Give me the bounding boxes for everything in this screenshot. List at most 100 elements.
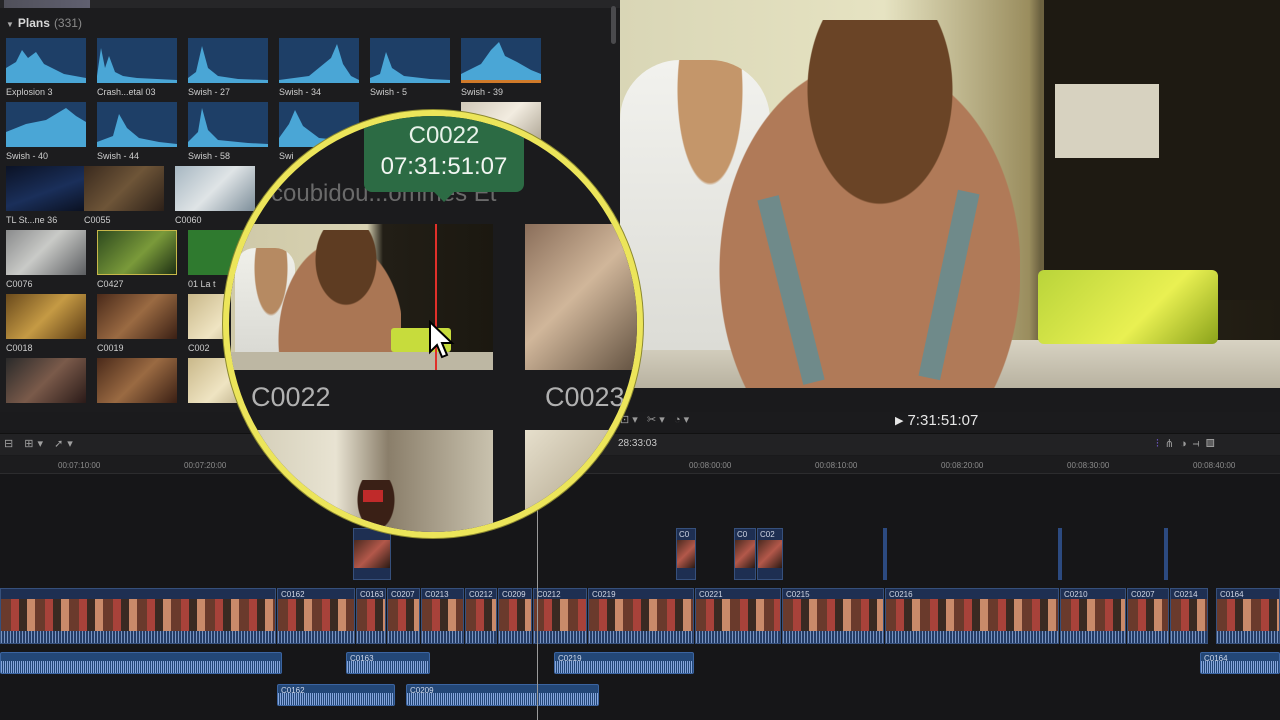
primary-clip[interactable]: C0216 <box>885 588 1059 644</box>
primary-clip[interactable]: C0215 <box>782 588 884 644</box>
primary-clip[interactable]: C0162 <box>277 588 355 644</box>
clip-filmstrip <box>534 599 586 631</box>
solo-icon[interactable]: ◑ <box>1180 438 1193 450</box>
viewer <box>620 0 1280 388</box>
browser-scrollbar[interactable] <box>611 6 616 44</box>
clip-label: Crash...etal 03 <box>97 87 156 97</box>
magnified-clip-thumbnail-below-next[interactable] <box>525 430 637 532</box>
thumb-person-woman <box>271 230 401 370</box>
magnified-clip-thumbnail-below[interactable] <box>231 430 493 532</box>
clip-name: C0216 <box>889 590 913 599</box>
audio-clip[interactable] <box>0 652 282 674</box>
clip-label: Swish - 27 <box>188 87 231 97</box>
audio-clip[interactable]: C0163 <box>346 652 430 674</box>
browser-clip[interactable]: Swish - 39 <box>461 38 541 97</box>
viewer-tool-icons[interactable]: ⊡ ▾ ✂ ▾ ◔ ▾ <box>620 413 689 426</box>
speed-icon[interactable]: ◔ ▾ <box>674 414 689 426</box>
connected-clip[interactable]: C0 <box>734 528 756 580</box>
primary-clip[interactable]: C0164 <box>1216 588 1280 644</box>
primary-clip[interactable] <box>0 588 276 644</box>
clip-label: Explosion 3 <box>6 87 53 97</box>
browser-clip[interactable]: Swish - 5 <box>370 38 450 97</box>
edit-mode-icon[interactable]: ⊟ <box>4 438 17 450</box>
clip-waveform <box>466 631 496 643</box>
timeline-right-tools[interactable]: ⫶⋔◑⊣▤ <box>1156 437 1221 451</box>
browser-clip[interactable]: Swish - 27 <box>188 38 268 97</box>
clip-appearance-icon[interactable]: ⊞▾ <box>24 438 47 450</box>
browser-clip[interactable]: C0055 <box>84 166 164 225</box>
browser-section-header[interactable]: ▼ Plans (331) <box>6 16 82 30</box>
crop-icon[interactable]: ✂ ▾ <box>647 414 665 426</box>
clip-name: C0215 <box>786 590 810 599</box>
browser-clip[interactable]: C0019 <box>97 294 177 353</box>
clip-filmstrip <box>783 599 883 631</box>
primary-clip[interactable]: C0221 <box>695 588 781 644</box>
audio-clip[interactable]: C0164 <box>1200 652 1280 674</box>
viewer-timecode: 7:31:51:07 <box>907 412 979 429</box>
connected-clip-thumbnail <box>677 540 695 568</box>
primary-clip[interactable]: C0213 <box>421 588 464 644</box>
browser-clip[interactable]: TL St...ne 36 <box>6 166 86 225</box>
select-tool-icon[interactable]: ➚▾ <box>54 438 77 450</box>
connected-clip[interactable]: C02 <box>757 528 783 580</box>
timeline-left-tools[interactable]: ⊟ ⊞▾ ➚▾ <box>4 437 77 450</box>
clip-waveform <box>499 631 531 643</box>
audio-waveform-thumbnail <box>188 38 268 83</box>
video-thumbnail <box>6 294 86 339</box>
clip-waveform <box>1171 631 1207 643</box>
audio-clip[interactable]: C0209 <box>406 684 599 706</box>
browser-clip[interactable]: Swish - 34 <box>279 38 359 97</box>
primary-clip[interactable]: C0214 <box>1170 588 1208 644</box>
viewer-bag <box>1038 270 1218 344</box>
browser-clip[interactable]: Swish - 44 <box>97 102 177 161</box>
browser-clip[interactable]: Swish - 58 <box>188 102 268 161</box>
clip-label: Swish - 34 <box>279 87 322 97</box>
browser-clip[interactable] <box>6 358 86 403</box>
browser-clip[interactable]: C0427 <box>97 230 177 289</box>
disclosure-triangle-icon[interactable]: ▼ <box>6 20 14 29</box>
browser-clip[interactable]: C0076 <box>6 230 86 289</box>
thumb-red-shape <box>363 490 383 502</box>
connected-clip-marker[interactable] <box>1058 528 1062 580</box>
connected-clip-marker[interactable] <box>883 528 887 580</box>
primary-clip[interactable]: C0212 <box>465 588 497 644</box>
primary-clip[interactable]: C0207 <box>1127 588 1169 644</box>
clip-filmstrip <box>466 599 496 631</box>
audio-clip[interactable]: C0219 <box>554 652 694 674</box>
play-icon[interactable]: ▶ <box>895 415 903 427</box>
viewer-playback[interactable]: ▶ 7:31:51:07 <box>895 412 978 432</box>
connected-clip[interactable] <box>353 528 391 580</box>
audio-waveform <box>1201 661 1279 673</box>
timeline-ruler[interactable]: 00:07:10:00 00:07:20:00 00:08:00:00 00:0… <box>0 456 1280 474</box>
browser-clip[interactable] <box>97 358 177 403</box>
browser-clip[interactable]: C0060 <box>175 166 255 225</box>
browser-clip[interactable]: Crash...etal 03 <box>97 38 177 97</box>
audio-waveform-thumbnail <box>6 102 86 147</box>
audio-waveform <box>555 661 693 673</box>
primary-clip[interactable]: C0210 <box>1060 588 1126 644</box>
primary-clip[interactable]: C0212 <box>533 588 587 644</box>
clip-name: C0207 <box>391 590 415 599</box>
primary-clip[interactable]: C0163 <box>356 588 386 644</box>
connected-clip-marker[interactable] <box>1164 528 1168 580</box>
browser-clip[interactable]: Swish - 40 <box>6 102 86 161</box>
primary-clip[interactable]: C0219 <box>588 588 694 644</box>
audio-clip[interactable]: C0162 <box>277 684 395 706</box>
clip-settings-icon[interactable]: ▤ <box>1206 438 1221 450</box>
primary-clip[interactable]: C0209 <box>498 588 532 644</box>
primary-clip[interactable]: C0207 <box>387 588 420 644</box>
ruler-label: 00:07:10:00 <box>58 461 101 470</box>
snapping-icon[interactable]: ⊣ <box>1193 438 1206 450</box>
skimmer-clip-name: C0022 <box>408 122 480 149</box>
audio-waveform-thumbnail <box>370 38 450 83</box>
magnified-clip-thumbnail-next[interactable] <box>525 224 637 370</box>
audio-skimming-icon[interactable]: ⋔ <box>1165 438 1180 450</box>
ruler-label: 00:07:20:00 <box>184 461 227 470</box>
connected-clip-thumbnail <box>758 540 782 568</box>
connected-clip[interactable]: C0 <box>676 528 696 580</box>
clip-waveform <box>696 631 780 643</box>
browser-clip[interactable]: Explosion 3 <box>6 38 86 97</box>
browser-clip[interactable]: C0018 <box>6 294 86 353</box>
skimming-icon[interactable]: ⫶ <box>1156 438 1165 450</box>
clip-filmstrip <box>278 599 354 631</box>
